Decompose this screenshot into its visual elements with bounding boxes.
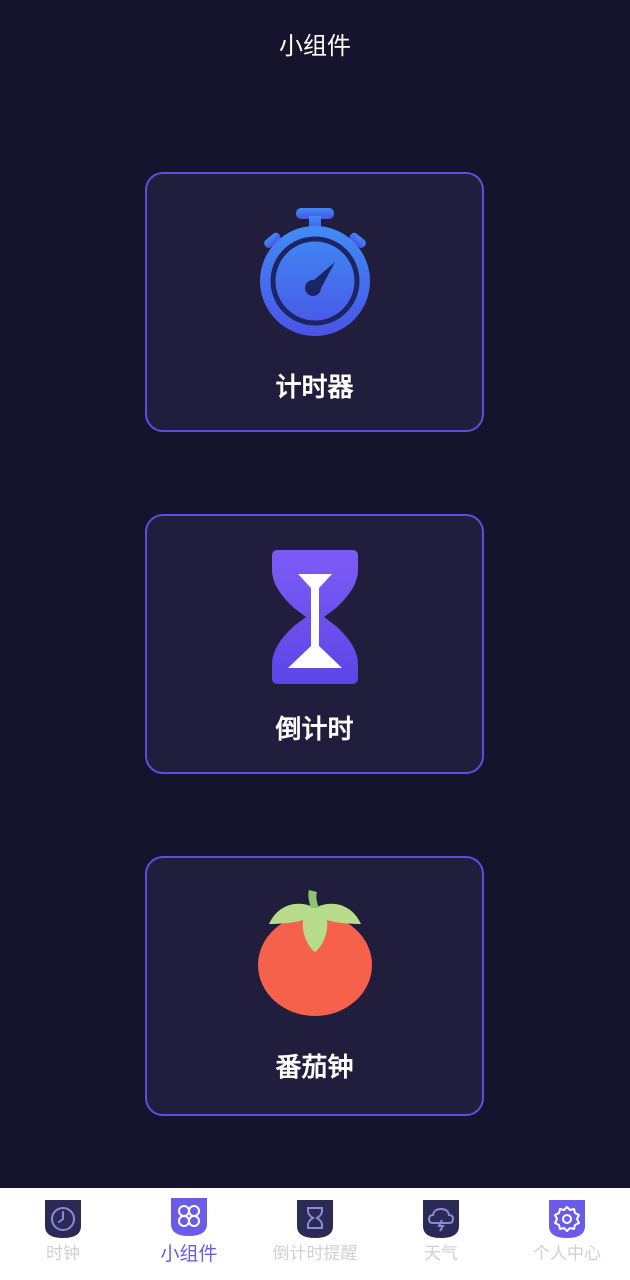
tab-label-countdown-reminder: 倒计时提醒 (272, 1244, 358, 1264)
tab-widgets[interactable]: 小组件 (126, 1188, 252, 1280)
tab-profile[interactable]: 个人中心 (504, 1188, 630, 1280)
bottom-tab-bar: 时钟 小组件 倒计时提醒 天气 个人中心 (0, 1188, 630, 1280)
tomato-icon (257, 890, 372, 1016)
tab-countdown-reminder[interactable]: 倒计时提醒 (252, 1188, 378, 1280)
weather-icon (423, 1200, 459, 1238)
tab-clock[interactable]: 时钟 (0, 1188, 126, 1280)
widget-label-countdown: 倒计时 (275, 715, 354, 745)
clock-icon (45, 1200, 81, 1238)
gear-icon (549, 1200, 585, 1238)
widget-label-pomodoro: 番茄钟 (275, 1053, 354, 1083)
tab-label-clock: 时钟 (46, 1244, 80, 1264)
widget-card-timer[interactable]: 计时器 (145, 172, 484, 432)
tab-label-weather: 天气 (424, 1244, 458, 1264)
widgets-icon (171, 1198, 207, 1236)
tab-label-profile: 个人中心 (533, 1244, 601, 1264)
widget-card-pomodoro[interactable]: 番茄钟 (145, 856, 484, 1116)
hourglass-icon (297, 1200, 333, 1238)
page-title: 小组件 (279, 32, 351, 60)
tab-weather[interactable]: 天气 (378, 1188, 504, 1280)
widget-label-timer: 计时器 (275, 373, 354, 403)
hourglass-icon (271, 550, 358, 684)
widget-card-countdown[interactable]: 倒计时 (145, 514, 484, 774)
tab-label-widgets: 小组件 (160, 1243, 218, 1265)
stopwatch-icon (259, 208, 370, 336)
